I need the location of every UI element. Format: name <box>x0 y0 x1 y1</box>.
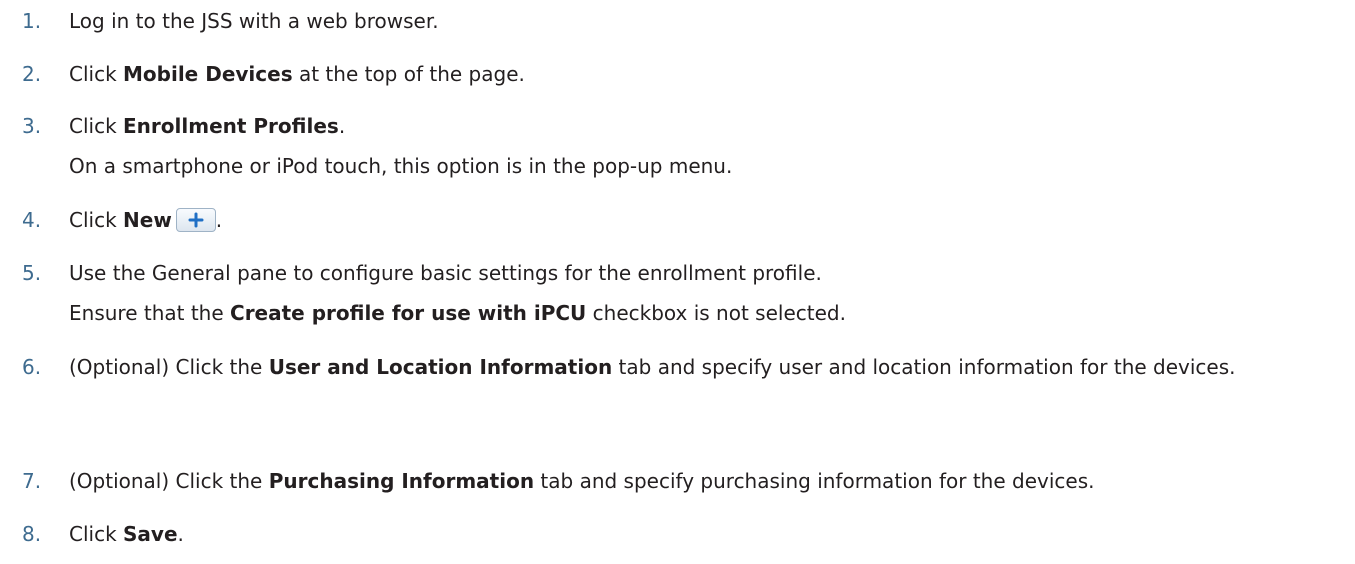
step-number: 7. <box>22 469 42 493</box>
step-body: Log in to the JSS with a web browser. <box>69 8 1339 34</box>
step-text-post: . <box>215 208 223 232</box>
step-body: (Optional) Click the Purchasing Informat… <box>69 468 1339 494</box>
ui-term-create-profile-ipcu: Create profile for use with iPCU <box>230 301 587 325</box>
step-number: 1. <box>22 9 42 33</box>
step-text-pre: Click <box>69 114 124 138</box>
step-text: Log in to the JSS with a web browser. <box>69 9 439 33</box>
step-text-pre: Click <box>69 522 124 546</box>
step-text-post: tab and specify purchasing information f… <box>534 469 1095 493</box>
step-text: Click Enrollment Profiles. <box>69 113 1339 139</box>
ui-term-mobile-devices: Mobile Devices <box>123 62 293 86</box>
step-body: Use the General pane to configure basic … <box>69 260 1339 326</box>
step-number: 2. <box>22 62 42 86</box>
step-note: On a smartphone or iPod touch, this opti… <box>69 154 733 178</box>
step-note: Ensure that the Create profile for use w… <box>69 300 1339 326</box>
step-number: 3. <box>22 114 42 138</box>
new-button-image <box>175 208 216 232</box>
step-text-post: tab and specify user and location inform… <box>612 355 1236 379</box>
step-text-pre: (Optional) Click the <box>69 469 269 493</box>
step-body: Click Enrollment Profiles. On a smartpho… <box>69 113 1339 179</box>
ui-term-new: New <box>123 208 172 232</box>
step-text-pre: (Optional) Click the <box>69 355 269 379</box>
step-body: Click Save. <box>69 521 1339 547</box>
procedure-steps: 1. Log in to the JSS with a web browser.… <box>0 0 1355 564</box>
step-text: (Optional) Click the User and Location I… <box>69 355 1236 379</box>
step-body: Click New. <box>69 207 1339 233</box>
ui-term-enrollment-profiles: Enrollment Profiles <box>123 114 339 138</box>
ui-term-purchasing-info: Purchasing Information <box>268 469 535 493</box>
step-number: 8. <box>22 522 42 546</box>
step-text: Click Mobile Devices at the top of the p… <box>69 61 1339 87</box>
step-note-pre: Ensure that the <box>69 301 231 325</box>
ui-term-user-location-info: User and Location Information <box>268 355 613 379</box>
ui-term-save: Save <box>123 522 178 546</box>
step-number: 5. <box>22 261 42 285</box>
step-text-post: . <box>177 522 184 546</box>
step-number: 6. <box>22 355 42 379</box>
step-text-pre: Click <box>69 62 124 86</box>
step-text-pre: Click <box>69 208 124 232</box>
step-text: Click Save. <box>69 521 1339 547</box>
step-text: Use the General pane to configure basic … <box>69 261 822 285</box>
step-text: Click New. <box>69 207 1339 233</box>
step-body: (Optional) Click the User and Location I… <box>69 354 1339 380</box>
step-body: Click Mobile Devices at the top of the p… <box>69 61 1339 87</box>
plus-icon <box>188 212 204 228</box>
step-text: (Optional) Click the Purchasing Informat… <box>69 468 1339 494</box>
step-text-post: at the top of the page. <box>292 62 525 86</box>
step-text-post: . <box>338 114 346 138</box>
step-number: 4. <box>22 208 42 232</box>
step-note-post: checkbox is not selected. <box>586 301 846 325</box>
